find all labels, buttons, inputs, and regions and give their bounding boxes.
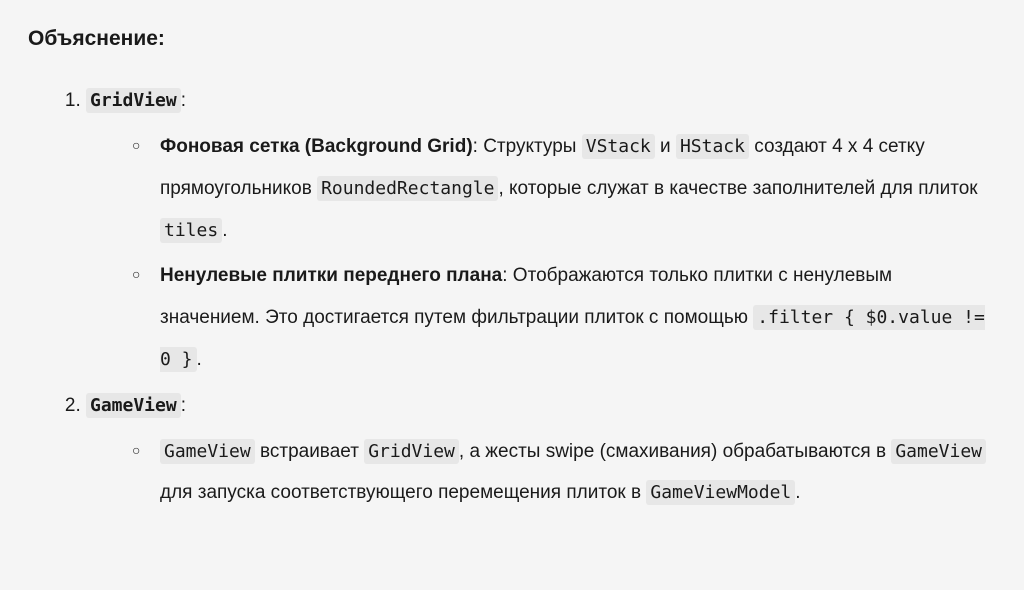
code-gridview: GridView (364, 439, 459, 464)
code-roundedrectangle: RoundedRectangle (317, 176, 498, 201)
text: . (197, 349, 202, 370)
list-item-gameview: GameView: GameView встраивает GridView, … (86, 385, 996, 514)
text: для запуска соответствующего перемещения… (160, 482, 646, 503)
text: и (655, 136, 676, 157)
sub-item-gameview-embed: GameView встраивает GridView, а жесты sw… (160, 431, 996, 515)
code-hstack: HStack (676, 134, 749, 159)
sub-item-title: Фоновая сетка (Background Grid) (160, 136, 473, 157)
code-gameviewmodel: GameViewModel (646, 480, 795, 505)
explanation-heading: Объяснение: (28, 16, 996, 62)
text: . (795, 482, 800, 503)
sub-list: GameView встраивает GridView, а жесты sw… (86, 431, 996, 515)
text: , а жесты swipe (смахивания) обрабатываю… (459, 441, 891, 462)
text: : (181, 90, 186, 111)
sub-item-nonzero-tiles: Ненулевые плитки переднего плана: Отобра… (160, 255, 996, 380)
text: : Структуры (473, 136, 582, 157)
list-item-gridview: GridView: Фоновая сетка (Background Grid… (86, 80, 996, 381)
code-gameview: GameView (160, 439, 255, 464)
text: встраивает (255, 441, 364, 462)
sub-item-background-grid: Фоновая сетка (Background Grid): Структу… (160, 126, 996, 251)
code-gameview: GameView (86, 393, 181, 418)
text: . (222, 220, 227, 241)
code-tiles: tiles (160, 218, 222, 243)
code-gridview: GridView (86, 88, 181, 113)
sub-item-title: Ненулевые плитки переднего плана (160, 265, 502, 286)
sub-list: Фоновая сетка (Background Grid): Структу… (86, 126, 996, 381)
text: , которые служат в качестве заполнителей… (498, 178, 977, 199)
code-gameview: GameView (891, 439, 986, 464)
code-vstack: VStack (582, 134, 655, 159)
text: : (181, 395, 186, 416)
explanation-list: GridView: Фоновая сетка (Background Grid… (28, 80, 996, 514)
